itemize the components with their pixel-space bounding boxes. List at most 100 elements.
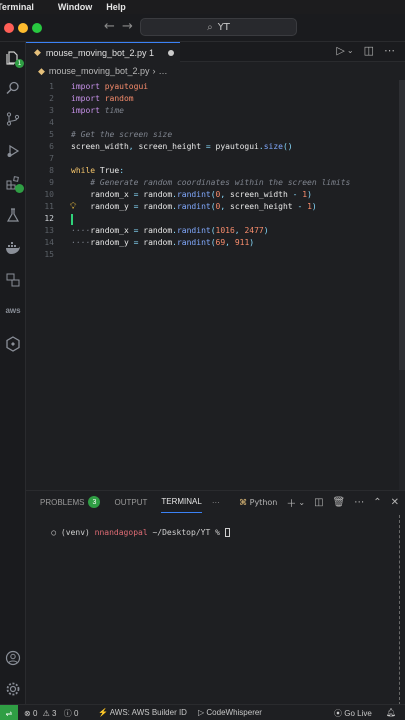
codewhisperer-icon[interactable] bbox=[3, 334, 23, 354]
line-number: 2 bbox=[49, 94, 54, 103]
code-token: random bbox=[99, 94, 134, 103]
remote-explorer-icon[interactable] bbox=[3, 270, 23, 290]
code-token: random_x bbox=[71, 190, 129, 199]
code-line[interactable]: 13 ····random_x = random.randint(1016, 24… bbox=[26, 226, 405, 238]
line-number: 11 bbox=[44, 202, 54, 211]
tab-output[interactable]: OUTPUT bbox=[114, 491, 147, 513]
terminal-cursor bbox=[224, 528, 230, 537]
code-editor[interactable]: 1 import pyautogui 2 import random 3 import t… bbox=[26, 80, 405, 490]
problems-count-badge: 3 bbox=[88, 496, 101, 508]
close-panel-icon[interactable]: ✕ bbox=[391, 497, 399, 508]
code-token: import bbox=[71, 82, 100, 91]
extensions-icon[interactable] bbox=[3, 173, 24, 193]
code-line[interactable]: 15 bbox=[26, 250, 405, 262]
minimize-window-button[interactable] bbox=[18, 23, 28, 33]
terminal-icon: ⌘ bbox=[239, 498, 248, 507]
command-center-search[interactable]: ⌕ YT bbox=[140, 18, 297, 36]
code-token: , bbox=[234, 226, 245, 235]
terminal-shell-label: Python bbox=[249, 498, 278, 507]
tab-terminal[interactable]: TERMINAL bbox=[161, 491, 202, 513]
code-text: while True: bbox=[71, 166, 124, 175]
split-editor-icon[interactable]: ◫ bbox=[364, 44, 374, 57]
code-token: True bbox=[95, 166, 120, 175]
code-token: = bbox=[128, 226, 144, 235]
status-bar: ⇌ ⊗ 0 ⚠ 3 ⓘ 0 ⚡ AWS: AWS Builder ID ▷ Co… bbox=[0, 704, 405, 720]
zoom-window-button[interactable] bbox=[32, 23, 42, 33]
terminal-shell-selector[interactable]: ⌘ Python bbox=[239, 498, 277, 507]
terminal-prompt-line[interactable]: ○ (venv) nnandagopal ~/Desktop/YT % bbox=[32, 519, 230, 546]
code-token: , bbox=[225, 238, 235, 247]
docker-icon[interactable] bbox=[3, 238, 23, 258]
testing-icon[interactable] bbox=[3, 205, 23, 225]
code-line[interactable]: 7 bbox=[26, 154, 405, 166]
line-number: 1 bbox=[49, 82, 54, 91]
code-token: = bbox=[128, 190, 144, 199]
terminal-user: nnandagopal bbox=[94, 528, 148, 537]
chevron-down-icon[interactable]: ⌄ bbox=[347, 46, 354, 57]
panel-more-button[interactable]: ··· bbox=[212, 491, 220, 513]
back-arrow-icon[interactable]: ← bbox=[104, 19, 115, 34]
code-line[interactable]: 10 random_x = random.randint(0, screen_w… bbox=[26, 190, 405, 202]
run-debug-icon[interactable] bbox=[3, 141, 23, 161]
breadcrumb-file[interactable]: mouse_moving_bot_2.py bbox=[49, 66, 150, 76]
code-line[interactable]: 4 bbox=[26, 118, 405, 130]
code-line[interactable]: 3 import time bbox=[26, 106, 405, 118]
tab-mouse-moving-bot-2[interactable]: ◆ mouse_moving_bot_2.py 1 bbox=[26, 42, 180, 62]
code-line[interactable]: 8 while True: bbox=[26, 166, 405, 178]
code-line[interactable]: 12 bbox=[26, 214, 405, 226]
codewhisperer-status[interactable]: ▷ CodeWhisperer bbox=[198, 708, 262, 717]
menu-help[interactable]: Help bbox=[106, 2, 126, 12]
breadcrumb-more[interactable]: … bbox=[159, 66, 168, 76]
settings-icon[interactable] bbox=[3, 679, 23, 699]
close-window-button[interactable] bbox=[4, 23, 14, 33]
line-number: 5 bbox=[49, 130, 54, 139]
account-icon[interactable] bbox=[3, 648, 23, 668]
chevron-down-icon[interactable]: ⌄ bbox=[298, 498, 305, 507]
code-line[interactable]: 9 # Generate random coordinates within t… bbox=[26, 178, 405, 190]
terminal-prompt-symbol: % bbox=[215, 528, 220, 537]
aws-icon[interactable]: aws bbox=[3, 300, 23, 320]
code-line[interactable]: 2 import random bbox=[26, 94, 405, 106]
aws-status[interactable]: ⚡ AWS: AWS Builder ID bbox=[98, 708, 187, 717]
terminal-scrollbar[interactable] bbox=[399, 515, 403, 705]
kill-terminal-icon[interactable]: 🗑 bbox=[333, 497, 346, 508]
code-token: , bbox=[220, 202, 230, 211]
code-line[interactable]: 14 ····random_y = random.randint(69, 911) bbox=[26, 238, 405, 250]
menu-window[interactable]: Window bbox=[58, 2, 92, 12]
python-file-icon: ◆ bbox=[34, 47, 41, 57]
remote-icon[interactable]: ⇌ bbox=[0, 705, 18, 720]
run-python-icon[interactable]: ▷ bbox=[336, 44, 344, 57]
line-number: 12 bbox=[44, 214, 54, 223]
problems-status[interactable]: ⊗ 0 ⚠ 3 ⓘ 0 bbox=[24, 708, 78, 719]
code-token: screen_width bbox=[71, 142, 129, 151]
go-live-button[interactable]: ⦿ Go Live bbox=[334, 708, 372, 719]
maximize-panel-icon[interactable]: ⌃ bbox=[373, 497, 381, 508]
code-token: - bbox=[287, 190, 303, 199]
more-actions-icon[interactable]: ⋯ bbox=[354, 497, 364, 508]
code-token: random bbox=[143, 190, 173, 199]
new-terminal-icon[interactable]: ＋ bbox=[286, 495, 296, 510]
unsaved-dot-icon[interactable] bbox=[168, 50, 174, 56]
explorer-icon[interactable]: 1 bbox=[3, 48, 24, 68]
more-actions-icon[interactable]: ⋯ bbox=[384, 44, 395, 57]
menu-terminal[interactable]: Terminal bbox=[0, 2, 34, 12]
terminal-path: ~/Desktop/YT bbox=[152, 528, 211, 537]
command-center-label: YT bbox=[217, 21, 230, 33]
code-token: time bbox=[99, 106, 124, 115]
source-control-icon[interactable] bbox=[3, 109, 23, 129]
code-line[interactable]: 1 import pyautogui bbox=[26, 82, 405, 94]
code-line[interactable]: 6 screen_width, screen_height = pyautogui… bbox=[26, 142, 405, 154]
code-line[interactable]: 11 💡︎ random_y = random.randint(0, screen… bbox=[26, 202, 405, 214]
code-token: while bbox=[71, 166, 96, 175]
aws-status-label: AWS: AWS Builder ID bbox=[109, 708, 187, 717]
split-terminal-icon[interactable]: ◫ bbox=[314, 497, 323, 508]
notifications-bell-icon[interactable]: 🔔︎ bbox=[386, 708, 396, 717]
tab-problems-label: PROBLEMS bbox=[40, 497, 85, 507]
tab-problems[interactable]: PROBLEMS 3 bbox=[40, 491, 101, 513]
search-icon[interactable] bbox=[3, 78, 23, 98]
code-line[interactable]: 5 # Get the screen size bbox=[26, 130, 405, 142]
error-count: 0 bbox=[32, 709, 38, 718]
tab-output-label: OUTPUT bbox=[114, 497, 148, 507]
forward-arrow-icon[interactable]: → bbox=[122, 19, 133, 34]
code-token: pyautogui bbox=[215, 142, 259, 151]
